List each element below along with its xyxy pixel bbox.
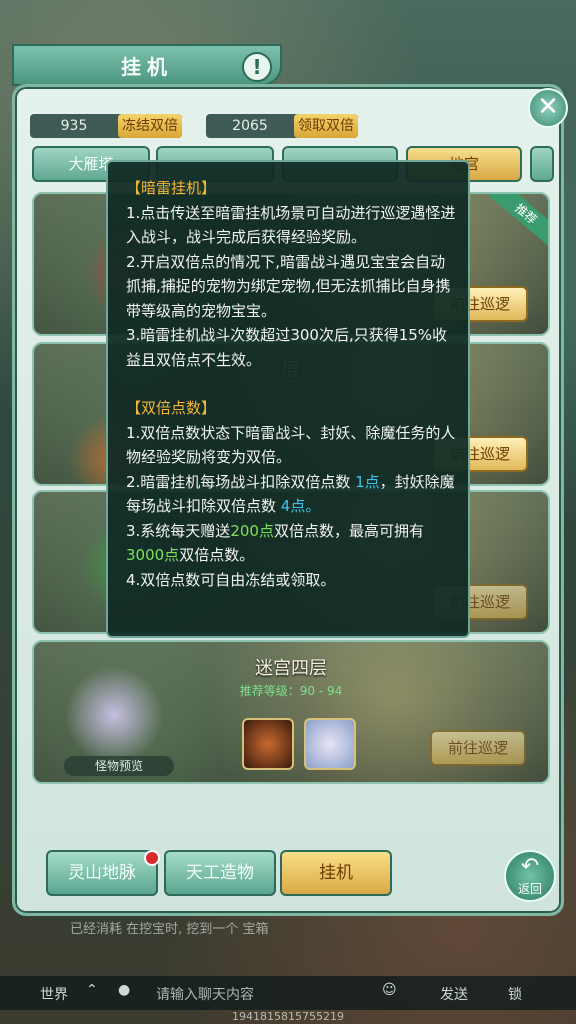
chat-channel[interactable]: 世界 [40,984,68,1004]
go-patrol-button[interactable]: 前往巡逻 [430,730,526,766]
tooltip-s1-line3: 3.暗雷挂机战斗次数超过300次后,只获得15%收益且双倍点不生效。 [126,326,448,369]
tooltip-highlight: 200点 [230,521,274,540]
tooltip-text: 双倍点数。 [179,546,255,564]
chevron-up-icon[interactable]: ⌃ [86,982,98,998]
tooltip-gap [126,372,458,396]
lock-button[interactable]: 锁 [508,984,522,1004]
map-row-4: 迷宫四层 推荐等级：90 - 94 怪物预览 前往巡逻 [32,640,550,784]
help-tooltip: 【暗雷挂机】 1.点击传送至暗雷挂机场景可自动进行巡逻遇怪进入战斗，战斗完成后获… [106,160,470,638]
tab-more[interactable] [530,146,554,182]
tooltip-s2-line2: 2.暗雷挂机每场战斗扣除双倍点数 1点，封妖除魔每场战斗扣除双倍点数 4点。 [126,470,458,519]
claim-points-value: 2065 [232,118,268,134]
tooltip-highlight: 3000点 [126,546,180,564]
monster-preview-label: 怪物预览 [64,756,174,776]
help-icon[interactable]: ! [242,52,272,82]
tooltip-text: 3.系统每天赠送 [126,521,231,540]
back-arrow-icon: ↶ [520,854,540,879]
tooltip-section1-title: 【暗雷挂机】 [126,179,217,197]
claim-points-box: 2065 领取双倍 [206,114,358,138]
back-button[interactable]: ↶ 返回 [504,850,556,902]
tooltip-section2-title: 【双倍点数】 [126,399,217,417]
tooltip-text: 2.暗雷挂机每场战斗扣除双倍点数 [126,472,356,491]
claim-double-button[interactable]: 领取双倍 [294,114,358,138]
player-id: 1941815815755219 [232,1010,344,1023]
microphone-icon[interactable]: ● [118,982,130,998]
tooltip-s1-line1: 1.点击传送至暗雷挂机场景可自动进行巡逻遇怪进入战斗，战斗完成后获得经验奖励。 [126,203,456,247]
bottom-tab-lingshan[interactable]: 灵山地脉 [46,850,158,896]
tooltip-s2-line4: 4.双倍点数可自由冻结或领取。 [126,570,336,589]
bottom-tab-tiangong[interactable]: 天工造物 [164,850,276,896]
bottom-tab-guaji[interactable]: 挂机 [280,850,392,896]
window-title-text: 挂机 [121,54,173,79]
tooltip-s1-line2: 2.开启双倍点的情况下,暗雷战斗遇见宝宝会自动抓捕,捕捉的宠物为绑定宠物,但无法… [126,252,451,320]
close-icon: ✕ [537,92,559,122]
freeze-double-button[interactable]: 冻结双倍 [118,114,182,138]
chat-notice: 已经消耗 在挖宝时, 挖到一个 宝箱 [70,922,269,937]
tooltip-highlight: 1点 [355,472,380,491]
notification-badge [144,850,160,866]
close-button[interactable]: ✕ [528,88,568,128]
freeze-points-box: 935 冻结双倍 [30,114,182,138]
monster-icon-dragon[interactable] [304,718,356,770]
back-button-label: 返回 [517,882,542,896]
send-button[interactable]: 发送 [440,984,468,1004]
chat-bar: 世界 ⌃ ● 请输入聊天内容 ☺ 发送 锁 [0,976,576,1010]
tooltip-s2-line3: 3.系统每天赠送200点双倍点数，最高可拥有 3000点双倍点数。 [126,519,458,568]
tooltip-text: 双倍点数，最高可拥有 [273,521,424,540]
monster-icon-fire[interactable] [242,718,294,770]
emoji-icon[interactable]: ☺ [382,982,397,998]
chat-input[interactable]: 请输入聊天内容 [156,984,254,1004]
tooltip-highlight: 4点。 [280,497,321,515]
white-dragon-image [54,660,174,770]
freeze-points-value: 935 [60,118,88,134]
tooltip-s2-line1: 1.双倍点数状态下暗雷战斗、封妖、除魔任务的人物经验奖励将变为双倍。 [126,423,456,467]
